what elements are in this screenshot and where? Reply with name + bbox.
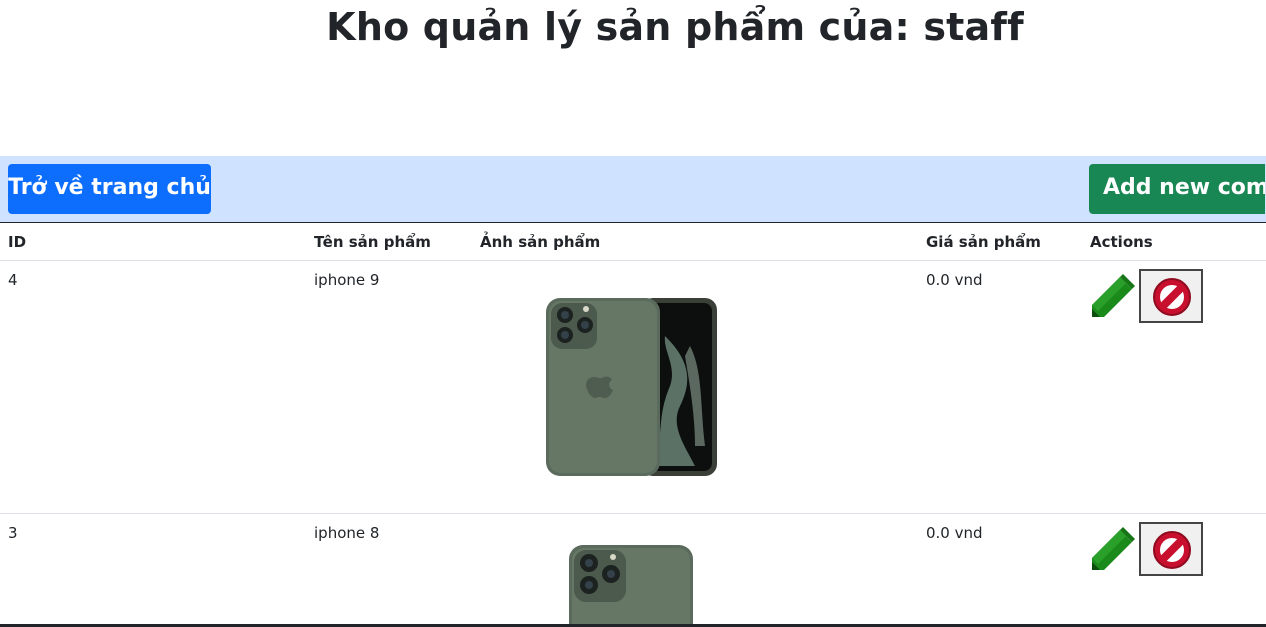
delete-button[interactable] (1139, 522, 1203, 576)
column-header-price: Giá sản phẩm (926, 233, 1041, 251)
back-home-button[interactable]: Trở về trang chủ (8, 164, 211, 214)
delete-button[interactable] (1139, 269, 1203, 323)
row-id: 3 (8, 524, 18, 542)
pencil-icon[interactable] (1088, 273, 1136, 321)
column-header-id: ID (8, 233, 27, 251)
divider (0, 260, 1266, 261)
row-id: 4 (8, 271, 18, 289)
page-title: Kho quản lý sản phẩm của: staff (326, 5, 1024, 49)
row-name: iphone 9 (314, 271, 380, 289)
row-price: 0.0 vnd (926, 524, 983, 542)
row-price: 0.0 vnd (926, 271, 983, 289)
column-header-actions: Actions (1090, 233, 1153, 251)
product-image (569, 545, 693, 624)
prohibited-icon (1153, 531, 1191, 569)
divider (0, 513, 1266, 514)
add-new-button[interactable]: Add new com (1089, 164, 1265, 214)
column-header-name: Tên sản phẩm (314, 233, 431, 251)
product-image (546, 298, 717, 476)
toolbar: Trở về trang chủ Add new com (0, 156, 1266, 223)
row-name: iphone 8 (314, 524, 380, 542)
column-header-image: Ảnh sản phẩm (480, 233, 601, 251)
pencil-icon[interactable] (1088, 526, 1136, 574)
prohibited-icon (1153, 278, 1191, 316)
